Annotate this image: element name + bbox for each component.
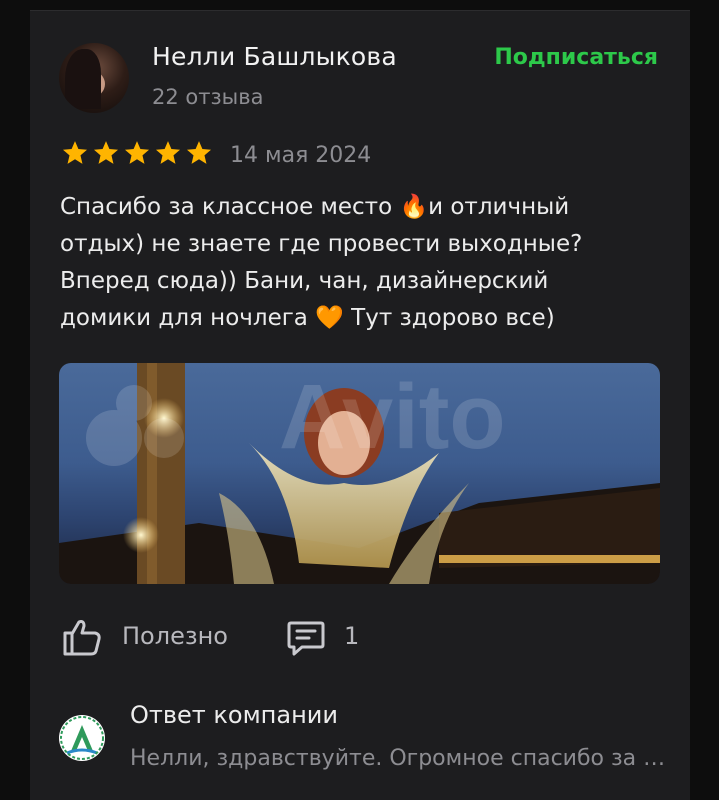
- subscribe-button[interactable]: Подписаться: [494, 45, 658, 70]
- review-date: 14 мая 2024: [230, 143, 372, 168]
- review-actions: Полезно 1: [62, 617, 662, 657]
- photo-scene: Avito: [59, 363, 660, 584]
- author-review-count: 22 отзыва: [152, 85, 264, 109]
- company-logo: [59, 715, 105, 761]
- star-icon: [124, 141, 150, 164]
- star-icon: [93, 141, 119, 164]
- star-icon: [62, 141, 88, 164]
- company-reply-text[interactable]: Нелли, здравствуйте. Огромное спасибо за…: [130, 746, 670, 771]
- author-name[interactable]: Нелли Башлыкова: [152, 42, 397, 71]
- company-reply-title: Ответ компании: [130, 701, 338, 729]
- review-card: Нелли Башлыкова 22 отзыва Подписаться 14…: [30, 10, 690, 800]
- svg-text:Avito: Avito: [279, 366, 506, 468]
- avatar[interactable]: [59, 43, 129, 113]
- comments-count[interactable]: 1: [344, 622, 359, 650]
- star-icon: [186, 141, 212, 164]
- review-text: Спасибо за классное место 🔥и отличный от…: [60, 194, 583, 331]
- thumbs-up-icon[interactable]: [62, 617, 102, 657]
- review-photo[interactable]: Avito: [59, 363, 660, 584]
- rating-stars: [61, 139, 213, 167]
- comment-icon[interactable]: [286, 617, 326, 657]
- star-icon: [155, 141, 181, 164]
- helpful-button[interactable]: Полезно: [122, 622, 228, 650]
